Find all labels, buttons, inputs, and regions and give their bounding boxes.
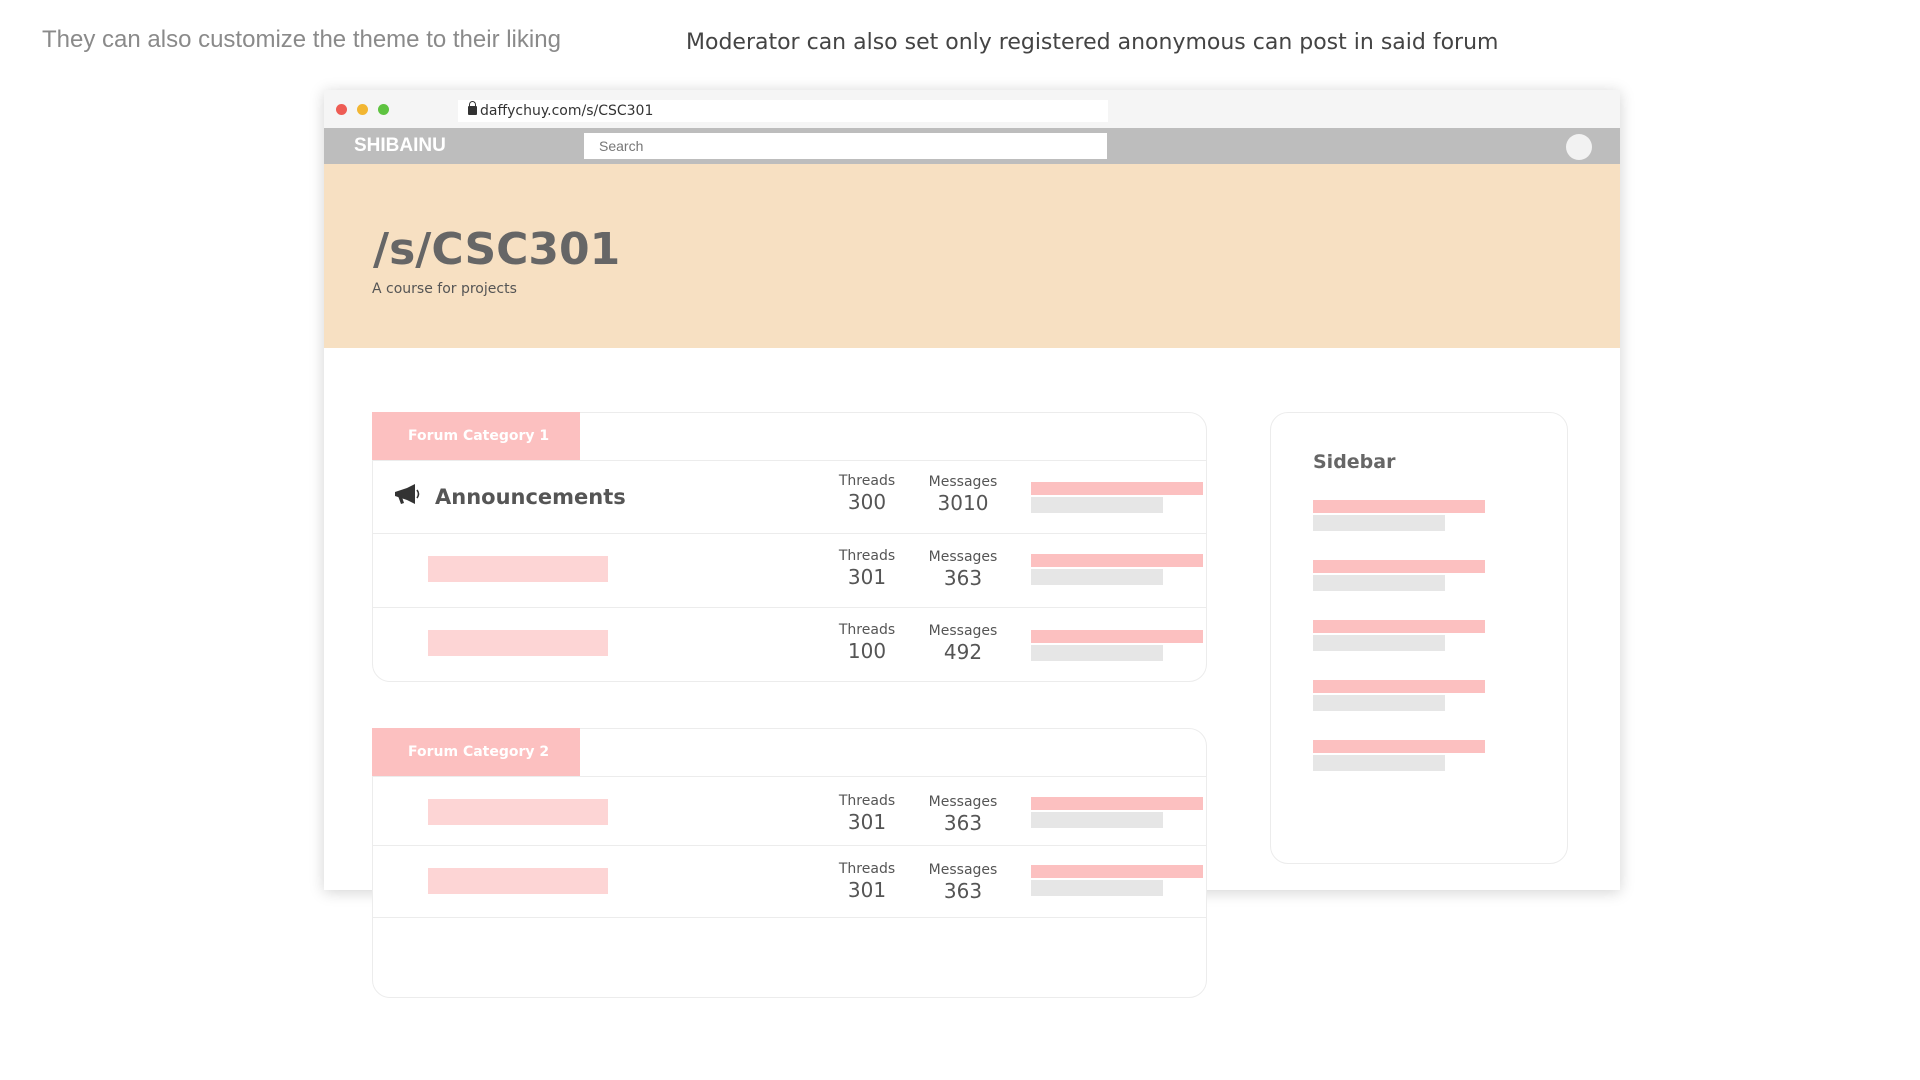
threads-count: 301 <box>847 878 887 902</box>
forum-row-title[interactable]: Announcements <box>435 485 626 509</box>
browser-window: daffychuy.com/s/CSC301 SHIBAINU /s/CSC30… <box>324 90 1620 998</box>
lock-icon <box>468 101 477 115</box>
url-text: daffychuy.com/s/CSC301 <box>480 103 654 119</box>
threads-label: Threads <box>838 793 896 809</box>
minimize-window-dot[interactable] <box>357 104 368 115</box>
megaphone-icon <box>393 483 421 507</box>
last-post-meta-placeholder-bar <box>1031 569 1163 585</box>
messages-label: Messages <box>928 623 998 639</box>
sidebar-meta-placeholder-bar <box>1313 575 1445 591</box>
sidebar-meta-placeholder-bar <box>1313 515 1445 531</box>
threads-label: Threads <box>838 548 896 564</box>
forum-row[interactable]: Threads 100 Messages 492 <box>373 607 1206 682</box>
messages-count: 492 <box>943 640 983 664</box>
threads-stat: Threads 301 <box>823 793 911 834</box>
forum-category-card: Forum Category 1 Announcements Threads 3… <box>372 412 1207 682</box>
messages-count: 3010 <box>937 491 989 515</box>
last-post-placeholder-bar <box>1031 482 1203 495</box>
threads-count: 301 <box>847 810 887 834</box>
threads-count: 301 <box>847 565 887 589</box>
last-post-meta-placeholder-bar <box>1031 812 1163 828</box>
sidebar-link-placeholder-bar[interactable] <box>1313 680 1485 693</box>
threads-count: 100 <box>847 639 887 663</box>
caption-moderator-setting: Moderator can also set only registered a… <box>686 30 1499 55</box>
forum-title-placeholder[interactable] <box>428 799 608 825</box>
forum-banner: /s/CSC301 A course for projects <box>324 164 1620 348</box>
category-tab[interactable]: Forum Category 2 <box>372 728 580 776</box>
site-logo[interactable]: SHIBAINU <box>354 135 446 157</box>
messages-count: 363 <box>943 811 983 835</box>
threads-stat: Threads 100 <box>823 622 911 663</box>
forum-row[interactable]: Threads 301 Messages 363 <box>373 533 1206 607</box>
caption-theme-customization: They can also customize the theme to the… <box>42 26 561 53</box>
messages-stat: Messages 492 <box>913 623 1013 664</box>
close-window-dot[interactable] <box>336 104 347 115</box>
messages-stat: Messages 363 <box>913 794 1013 835</box>
sidebar-meta-placeholder-bar <box>1313 635 1445 651</box>
threads-label: Threads <box>838 473 896 489</box>
last-post-placeholder-bar <box>1031 797 1203 810</box>
threads-stat: Threads 300 <box>823 473 911 514</box>
threads-label: Threads <box>838 622 896 638</box>
sidebar-meta-placeholder-bar <box>1313 695 1445 711</box>
browser-titlebar: daffychuy.com/s/CSC301 <box>324 90 1620 128</box>
forum-row-announcements[interactable]: Announcements Threads 300 Messages 3010 <box>373 460 1206 533</box>
forum-subtitle: A course for projects <box>372 281 517 297</box>
messages-stat: Messages 363 <box>913 549 1013 590</box>
sidebar-title: Sidebar <box>1313 451 1396 473</box>
forum-title-placeholder[interactable] <box>428 868 608 894</box>
sidebar-link-placeholder-bar[interactable] <box>1313 740 1485 753</box>
threads-stat: Threads 301 <box>823 861 911 902</box>
sidebar-link-placeholder-bar[interactable] <box>1313 620 1485 633</box>
forum-title-placeholder[interactable] <box>428 556 608 582</box>
sidebar-card: Sidebar <box>1270 412 1568 864</box>
messages-stat: Messages 3010 <box>913 474 1013 515</box>
forum-title-placeholder[interactable] <box>428 630 608 656</box>
site-navbar: SHIBAINU <box>324 128 1620 164</box>
forum-row[interactable]: Threads 301 Messages 363 <box>373 845 1206 918</box>
threads-label: Threads <box>838 861 896 877</box>
forum-row[interactable]: Threads 301 Messages 363 <box>373 776 1206 845</box>
messages-label: Messages <box>928 474 998 490</box>
messages-label: Messages <box>928 862 998 878</box>
sidebar-link-placeholder-bar[interactable] <box>1313 560 1485 573</box>
sidebar-meta-placeholder-bar <box>1313 755 1445 771</box>
last-post-placeholder-bar <box>1031 630 1203 643</box>
forum-title: /s/CSC301 <box>373 224 621 275</box>
last-post-meta-placeholder-bar <box>1031 645 1163 661</box>
messages-label: Messages <box>928 549 998 565</box>
last-post-meta-placeholder-bar <box>1031 880 1163 896</box>
category-tab[interactable]: Forum Category 1 <box>372 412 580 460</box>
search-input[interactable] <box>584 133 1107 159</box>
threads-stat: Threads 301 <box>823 548 911 589</box>
messages-stat: Messages 363 <box>913 862 1013 903</box>
forum-category-card: Forum Category 2 Threads 301 Messages 36… <box>372 728 1207 998</box>
sidebar-link-placeholder-bar[interactable] <box>1313 500 1485 513</box>
address-bar[interactable]: daffychuy.com/s/CSC301 <box>458 100 1108 122</box>
last-post-meta-placeholder-bar <box>1031 497 1163 513</box>
last-post-placeholder-bar <box>1031 865 1203 878</box>
last-post-placeholder-bar <box>1031 554 1203 567</box>
messages-count: 363 <box>943 566 983 590</box>
messages-count: 363 <box>943 879 983 903</box>
maximize-window-dot[interactable] <box>378 104 389 115</box>
user-avatar[interactable] <box>1566 134 1592 160</box>
threads-count: 300 <box>847 490 887 514</box>
messages-label: Messages <box>928 794 998 810</box>
